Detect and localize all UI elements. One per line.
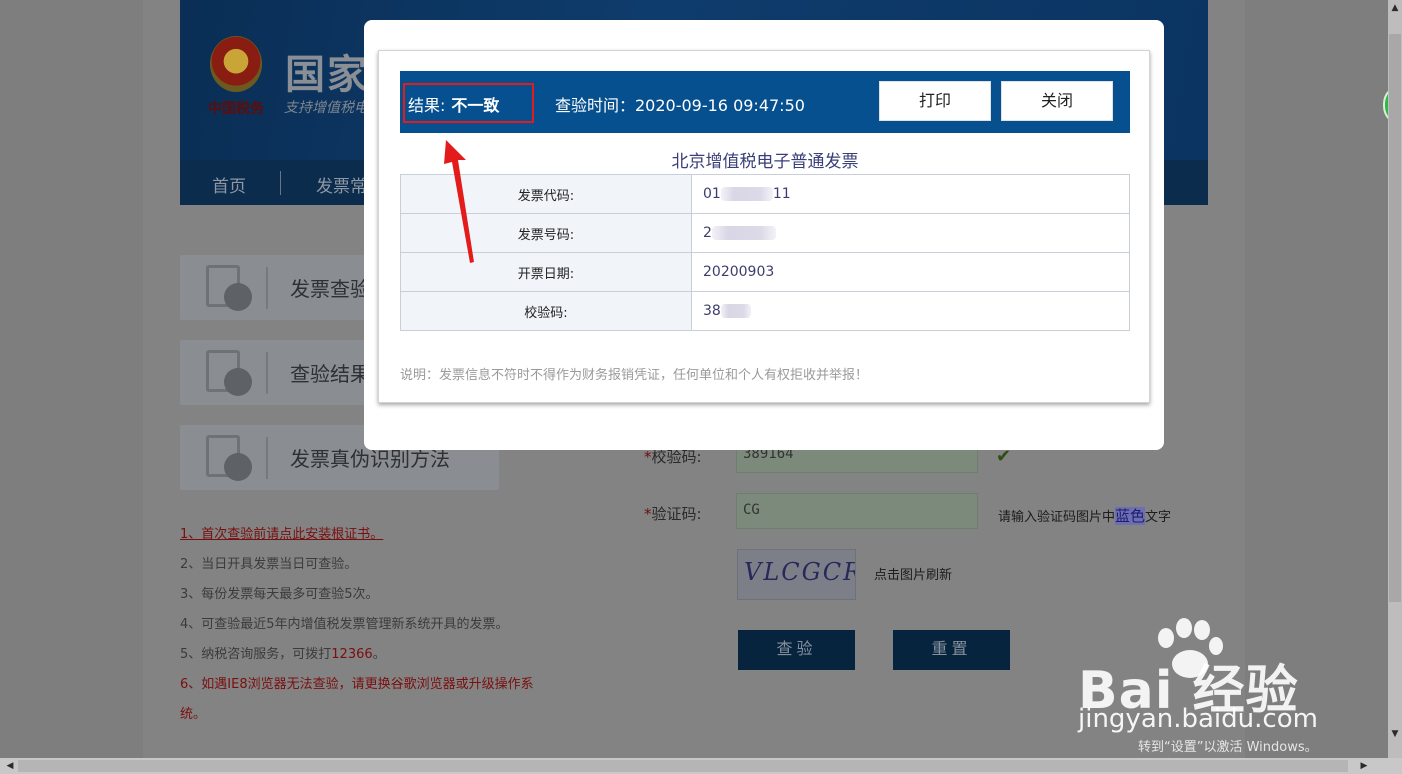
value-prefix: 01 xyxy=(703,186,721,202)
notice-list: 1、首次查验前请点此安装根证书。 2、当日开具发票当日可查验。 3、每份发票每天… xyxy=(180,520,540,730)
captcha-image[interactable]: VLCGCR xyxy=(737,549,856,600)
redacted-blur xyxy=(720,187,773,201)
check-time: 查验时间：2020-09-16 09:47:50 xyxy=(555,96,805,115)
side-card-divider xyxy=(266,437,268,479)
reset-button[interactable]: 重置 xyxy=(893,630,1010,670)
side-card-label: 发票查验 xyxy=(290,277,370,301)
issue-date-value: 20200903 xyxy=(691,252,1130,292)
nav-divider xyxy=(280,171,281,195)
label-text: 校验码: xyxy=(651,448,702,466)
horizontal-scrollbar[interactable]: ◀ ▶ xyxy=(0,758,1402,774)
scrollbar-thumb[interactable] xyxy=(1389,34,1401,602)
check-code-result-label: 校验码: xyxy=(400,291,692,331)
captcha-hint: 请输入验证码图片中蓝色文字 xyxy=(998,505,1171,526)
side-card-divider xyxy=(266,267,268,309)
site-subtitle: 支持增值税电 xyxy=(284,100,368,116)
cert-install-link[interactable]: 1、首次查验前请点此安装根证书。 xyxy=(180,520,540,550)
label-text: 验证码: xyxy=(651,505,702,523)
hint-text: 文字 xyxy=(1145,510,1172,525)
notice-item: 4、可查验最近5年内增值税发票管理新系统开具的发票。 xyxy=(180,617,509,632)
scroll-up-icon[interactable]: ▲ xyxy=(1388,0,1402,16)
redacted-blur xyxy=(720,304,751,318)
table-row: 开票日期: 20200903 xyxy=(400,252,1130,292)
shield-icon xyxy=(224,453,252,481)
scroll-left-icon[interactable]: ◀ xyxy=(2,758,18,774)
nav-item-invoice[interactable]: 发票常 xyxy=(316,172,367,197)
side-card-divider xyxy=(266,352,268,394)
notice-item: 6、如遇IE8浏览器无法查验，请更换谷歌浏览器或升级操作系统。 xyxy=(180,677,534,722)
emblem-caption: 中国税务 xyxy=(208,101,264,117)
notice-item: 5、纳税咨询服务，可拨打12366。 xyxy=(180,640,540,670)
table-row: 发票号码: 2 xyxy=(400,213,1130,253)
site-title: 国家 xyxy=(285,52,369,98)
invoice-number-value: 2 xyxy=(691,213,1130,253)
notice-item: 2、当日开具发票当日可查验。 xyxy=(180,557,358,572)
scroll-right-icon[interactable]: ▶ xyxy=(1356,758,1372,774)
required-mark: * xyxy=(644,505,652,523)
invoice-info-table: 发票代码: 01 11 发票号码: 2 开票日期: 20200903 校验码: 3… xyxy=(400,174,1130,331)
result-panel: 结果: 不一致 查验时间：2020-09-16 09:47:50 打印 关闭 北京… xyxy=(378,50,1150,403)
value-suffix: 11 xyxy=(772,186,791,202)
redacted-blur xyxy=(711,226,776,240)
notice-text: 5、纳税咨询服务，可拨打 xyxy=(180,647,332,662)
captcha-image-text: VLCGCR xyxy=(744,558,856,586)
invoice-title: 北京增值税电子普通发票 xyxy=(671,152,859,172)
close-button[interactable]: 关闭 xyxy=(1001,81,1113,121)
result-dialog: 结果: 不一致 查验时间：2020-09-16 09:47:50 打印 关闭 北京… xyxy=(364,20,1164,450)
print-button[interactable]: 打印 xyxy=(879,81,991,121)
result-value: 不一致 xyxy=(451,96,500,115)
disclaimer-note: 说明：发票信息不符时不得作为财务报销凭证，任何单位和个人有权拒收并举报！ xyxy=(400,368,869,383)
scrollbar-thumb[interactable] xyxy=(18,760,1348,772)
check-code-result-value: 38 xyxy=(691,291,1130,331)
captcha-label: *验证码: xyxy=(644,503,702,524)
issue-date-label: 开票日期: xyxy=(400,252,692,292)
edit-icon xyxy=(224,368,252,396)
invoice-code-label: 发票代码: xyxy=(400,174,692,214)
result-label: 结果: xyxy=(408,96,446,115)
result-status: 结果: 不一致 xyxy=(408,92,499,116)
value-prefix: 2 xyxy=(703,225,712,241)
invoice-code-value: 01 11 xyxy=(691,174,1130,214)
table-row: 发票代码: 01 11 xyxy=(400,174,1130,214)
vertical-scrollbar[interactable]: ▲ ▼ xyxy=(1388,0,1402,758)
hint-color-word: 蓝色 xyxy=(1115,507,1146,525)
notice-item: 3、每份发票每天最多可查验5次。 xyxy=(180,587,379,602)
side-card-label: 查验结果 xyxy=(290,362,370,386)
refresh-hint: 点击图片刷新 xyxy=(874,568,953,583)
hotline-number: 12366 xyxy=(331,647,373,662)
hint-text: 请输入验证码图片中 xyxy=(998,510,1116,525)
tax-emblem-icon xyxy=(210,36,262,92)
value-prefix: 38 xyxy=(703,303,721,319)
required-mark: * xyxy=(644,448,652,466)
scroll-down-icon[interactable]: ▼ xyxy=(1388,726,1402,742)
nav-item-home[interactable]: 首页 xyxy=(212,172,246,197)
table-row: 校验码: 38 xyxy=(400,291,1130,331)
invoice-number-label: 发票号码: xyxy=(400,213,692,253)
search-icon xyxy=(224,283,252,311)
result-header-bar: 结果: 不一致 查验时间：2020-09-16 09:47:50 打印 关闭 xyxy=(400,71,1130,133)
baidu-watermark-url: jingyan.baidu.com xyxy=(1078,704,1318,734)
submit-check-button[interactable]: 查验 xyxy=(738,630,855,670)
notice-text: 。 xyxy=(372,647,386,662)
captcha-input[interactable]: CG xyxy=(736,493,978,529)
windows-activation-notice: 转到“设置”以激活 Windows。 xyxy=(1138,740,1318,755)
